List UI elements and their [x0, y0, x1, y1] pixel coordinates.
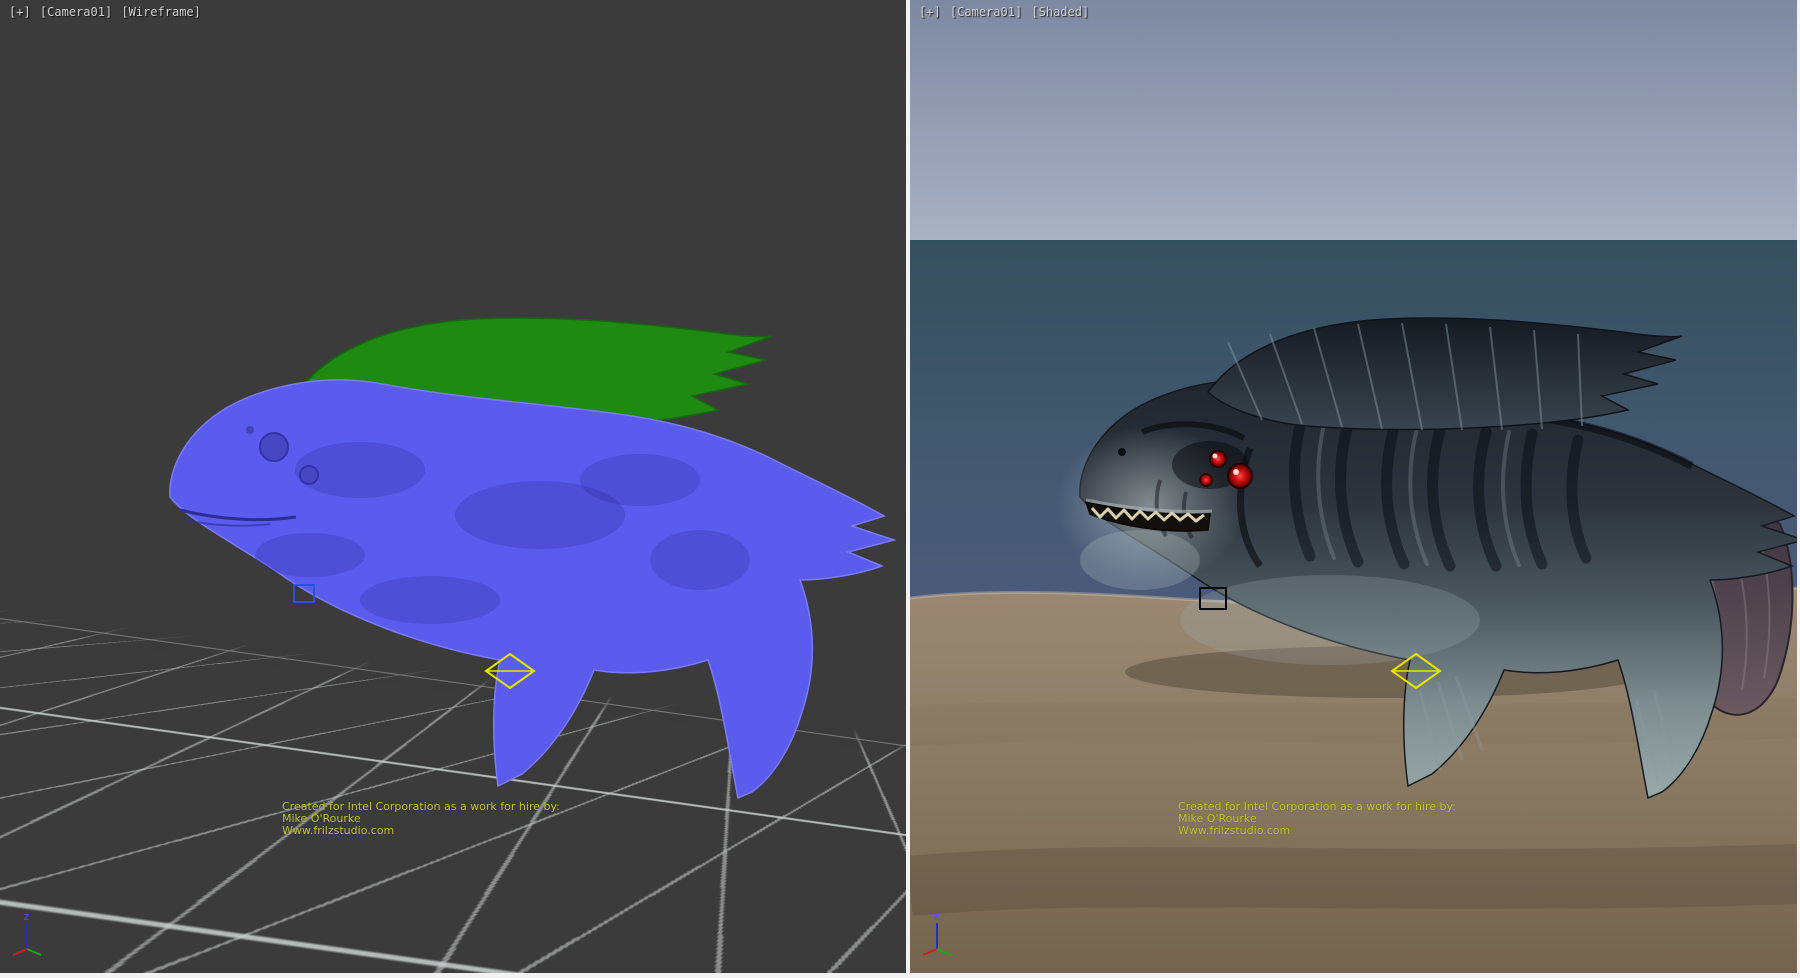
jaw-highlight	[1080, 530, 1200, 590]
x-axis-icon	[13, 949, 27, 955]
viewport-camera-menu[interactable]: [Camera01]	[40, 5, 112, 19]
viewport-pov-menu[interactable]: [+]	[9, 5, 31, 19]
fish-body-shaded[interactable]	[1055, 380, 1797, 798]
viewport-shaded[interactable]: [+] [Camera01] [Shaded] Created for Inte…	[910, 0, 1797, 973]
fish-body-wire[interactable]	[170, 380, 894, 798]
watermark-line3: Www.frilzstudio.com	[282, 825, 560, 837]
z-axis-label: z	[23, 910, 30, 923]
watermark: Created for Intel Corporation as a work …	[282, 801, 560, 837]
world-axis-tripod: z	[10, 909, 50, 963]
watermark: Created for Intel Corporation as a work …	[1178, 801, 1456, 837]
x-axis-icon	[923, 949, 937, 955]
viewport-label-left: [+] [Camera01] [Wireframe]	[9, 5, 203, 19]
watermark-line3: Www.frilzstudio.com	[1178, 825, 1456, 837]
fish-dorsal-fin-shaded[interactable]	[1208, 318, 1682, 430]
viewport-pov-menu[interactable]: [+]	[919, 5, 941, 19]
viewport-shading-menu[interactable]: [Shaded]	[1031, 5, 1089, 19]
world-axis-tripod: z	[920, 909, 960, 963]
z-axis-label: z	[933, 910, 940, 923]
y-axis-icon	[27, 949, 41, 955]
dual-viewport-stage: [+] [Camera01] [Wireframe] Created for I…	[0, 0, 1800, 978]
viewport-camera-menu[interactable]: [Camera01]	[950, 5, 1022, 19]
y-axis-icon	[937, 949, 951, 955]
viewport-wireframe[interactable]: [+] [Camera01] [Wireframe] Created for I…	[0, 0, 906, 973]
viewport-shading-menu[interactable]: [Wireframe]	[121, 5, 200, 19]
viewport-label-right: [+] [Camera01] [Shaded]	[919, 5, 1091, 19]
